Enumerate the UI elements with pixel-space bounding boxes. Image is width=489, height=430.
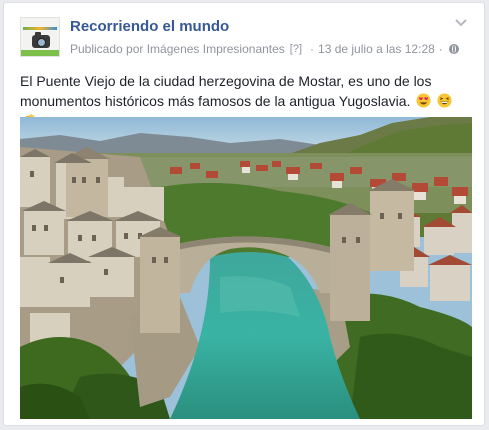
post-card: Recorriendo el mundo Publicado por Imáge… — [3, 2, 485, 426]
avatar-grass — [21, 50, 59, 56]
stari-most-bridge-photo — [20, 117, 472, 419]
chevron-down-icon[interactable] — [454, 17, 468, 29]
camera-icon — [32, 32, 50, 48]
post-header: Recorriendo el mundo Publicado por Imáge… — [4, 3, 484, 63]
timestamp-link[interactable]: 13 de julio a las 12:28 — [318, 42, 435, 56]
meta-separator: · — [310, 42, 315, 56]
post-meta: Publicado por Imágenes Impresionantes [?… — [70, 42, 459, 56]
page-name-link[interactable]: Recorriendo el mundo — [70, 18, 229, 35]
post-photo[interactable] — [20, 117, 472, 419]
avatar-logo-stripe — [23, 27, 57, 30]
laughing-emoji — [437, 93, 452, 108]
caption-text: El Puente Viejo de la ciudad herzegovina… — [20, 73, 432, 109]
help-mark[interactable]: [?] — [290, 43, 302, 55]
heart-eyes-emoji — [416, 93, 431, 108]
published-by-link[interactable]: Publicado por Imágenes Impresionantes — [70, 42, 285, 56]
page-avatar[interactable] — [20, 17, 60, 57]
meta-separator-2: · — [438, 42, 443, 56]
globe-icon[interactable] — [448, 44, 459, 54]
